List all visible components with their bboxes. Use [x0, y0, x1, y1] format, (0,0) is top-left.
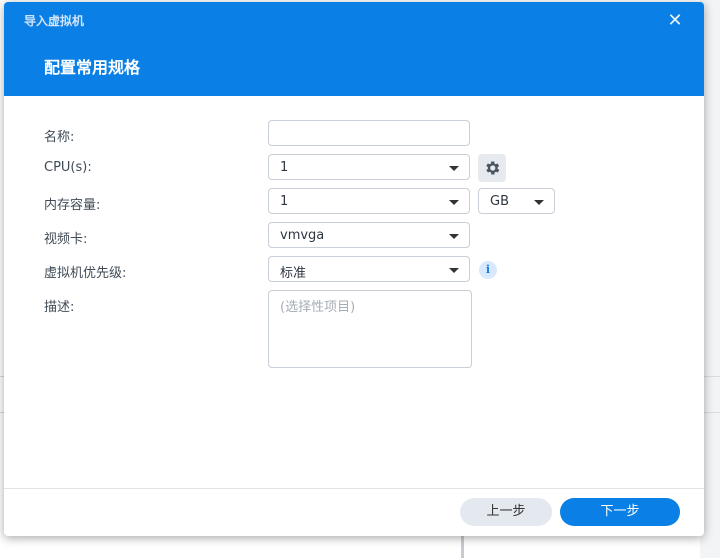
chevron-down-icon	[449, 166, 459, 171]
video-card-label: 视频卡:	[44, 232, 88, 247]
video-card-value: vmvga	[280, 228, 325, 243]
description-label: 描述:	[44, 300, 75, 315]
import-vm-dialog: 导入虚拟机 ✕ 配置常用规格 名称: CPU(s): 1 内存容量: 1 GB …	[4, 2, 704, 536]
page-title: 配置常用规格	[44, 58, 141, 77]
chevron-down-icon	[449, 200, 459, 205]
priority-label: 虚拟机优先级:	[44, 266, 127, 281]
chevron-down-icon	[449, 234, 459, 239]
gear-icon	[486, 161, 500, 175]
next-button[interactable]: 下一步	[560, 498, 680, 526]
cpu-value: 1	[280, 160, 289, 175]
memory-label: 内存容量:	[44, 198, 101, 213]
cpu-select[interactable]: 1	[268, 154, 470, 180]
memory-select[interactable]: 1	[268, 188, 470, 214]
dialog-header: 导入虚拟机 ✕ 配置常用规格	[4, 2, 704, 96]
info-icon[interactable]: i	[479, 261, 497, 279]
window-title: 导入虚拟机	[24, 14, 85, 28]
chevron-down-icon	[534, 200, 544, 205]
cpu-label: CPU(s):	[44, 160, 92, 175]
memory-unit-value: GB	[490, 194, 509, 209]
video-card-select[interactable]: vmvga	[268, 222, 470, 248]
memory-unit-select[interactable]: GB	[478, 188, 555, 214]
priority-value: 标准	[280, 266, 307, 281]
cpu-settings-button[interactable]	[478, 154, 506, 182]
name-input[interactable]	[268, 120, 470, 146]
description-field[interactable]	[268, 290, 472, 368]
name-label: 名称:	[44, 130, 75, 145]
priority-select[interactable]: 标准	[268, 256, 470, 282]
footer-divider	[4, 488, 704, 489]
close-icon[interactable]: ✕	[664, 10, 686, 32]
memory-value: 1	[280, 194, 289, 209]
chevron-down-icon	[449, 268, 459, 273]
previous-button[interactable]: 上一步	[460, 498, 552, 526]
